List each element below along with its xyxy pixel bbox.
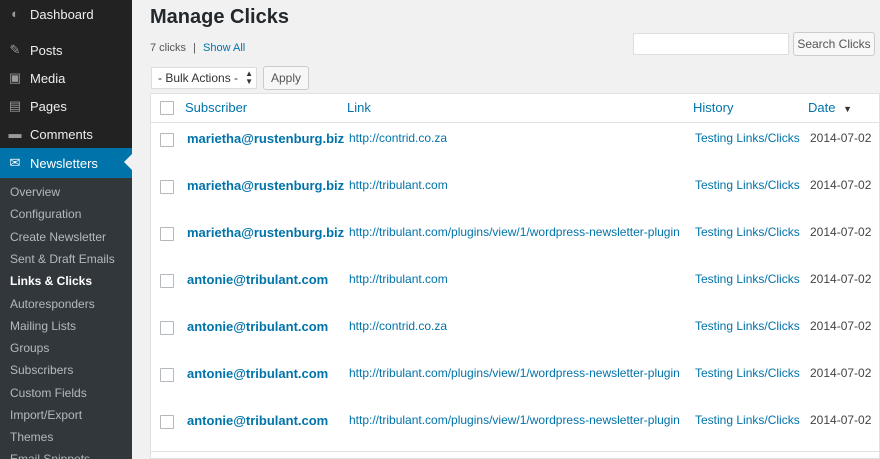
- submenu-item-themes[interactable]: Themes: [10, 426, 53, 448]
- row-checkbox[interactable]: [160, 227, 174, 241]
- click-date: 2014-07-02: [810, 366, 872, 380]
- show-all-link[interactable]: Show All: [203, 42, 245, 54]
- table-row: marietha@rustenburg.biz http://tribulant…: [151, 171, 880, 218]
- table-row: antonie@tribulant.com http://tribulant.c…: [151, 265, 880, 312]
- submenu-item-links-clicks[interactable]: Links & Clicks: [10, 270, 92, 292]
- submenu-item-mailing-lists[interactable]: Mailing Lists: [10, 315, 76, 337]
- bulk-actions-select[interactable]: - Bulk Actions - ▲ ▼: [151, 67, 257, 89]
- click-date: 2014-07-02: [810, 413, 872, 427]
- pin-icon: ✎: [9, 42, 21, 57]
- click-date: 2014-07-02: [810, 178, 872, 192]
- submenu-item-groups[interactable]: Groups: [10, 337, 49, 359]
- subscriber-link[interactable]: antonie@tribulant.com: [187, 413, 328, 428]
- click-date: 2014-07-02: [810, 272, 872, 286]
- row-checkbox[interactable]: [160, 180, 174, 194]
- row-checkbox[interactable]: [160, 321, 174, 335]
- column-date-label: Date: [808, 100, 836, 115]
- history-link[interactable]: Testing Links/Clicks: [695, 272, 800, 286]
- submenu-item-email-snippets[interactable]: Email Snippets: [10, 448, 90, 459]
- submenu-item-configuration[interactable]: Configuration: [10, 203, 81, 225]
- menu-item-label: Pages: [30, 98, 67, 114]
- select-all-checkbox[interactable]: [160, 101, 174, 115]
- submenu-item-create-newsletter[interactable]: Create Newsletter: [10, 226, 106, 248]
- column-history[interactable]: History: [693, 100, 733, 115]
- search-input[interactable]: [633, 33, 789, 55]
- select-arrows-icon: ▲ ▼: [245, 69, 253, 86]
- table-header: Subscriber Link History Date ▼: [151, 94, 880, 123]
- submenu-item-import-export[interactable]: Import/Export: [10, 404, 82, 426]
- click-url-link[interactable]: http://contrid.co.za: [349, 131, 447, 145]
- click-count-bar: 7 clicks | Show All: [150, 42, 245, 54]
- submenu-item-overview[interactable]: Overview: [10, 181, 60, 203]
- menu-item-dashboard[interactable]: ◐ Dashboard: [0, 0, 132, 28]
- click-date: 2014-07-02: [810, 319, 872, 333]
- table-row: antonie@tribulant.com http://tribulant.c…: [151, 406, 880, 453]
- history-link[interactable]: Testing Links/Clicks: [695, 225, 800, 239]
- bulk-actions-value: - Bulk Actions -: [158, 71, 239, 85]
- history-link[interactable]: Testing Links/Clicks: [695, 319, 800, 333]
- search-clicks-button[interactable]: Search Clicks: [793, 32, 875, 56]
- history-link[interactable]: Testing Links/Clicks: [695, 178, 800, 192]
- envelope-icon: ✉: [9, 155, 21, 170]
- row-checkbox[interactable]: [160, 415, 174, 429]
- click-url-link[interactable]: http://tribulant.com: [349, 178, 448, 192]
- subscriber-link[interactable]: marietha@rustenburg.biz: [187, 178, 344, 193]
- media-icon: ▣: [8, 70, 22, 85]
- menu-item-newsletters[interactable]: ✉ Newsletters: [0, 148, 132, 178]
- submenu-item-custom-fields[interactable]: Custom Fields: [10, 382, 87, 404]
- click-url-link[interactable]: http://tribulant.com/plugins/view/1/word…: [349, 366, 680, 380]
- page-title: Manage Clicks: [150, 6, 289, 28]
- menu-item-media[interactable]: ▣ Media: [0, 64, 132, 92]
- table-row: marietha@rustenburg.biz http://tribulant…: [151, 218, 880, 265]
- submenu-item-autoresponders[interactable]: Autoresponders: [10, 293, 95, 315]
- menu-item-label: Posts: [30, 42, 63, 58]
- subscriber-link[interactable]: marietha@rustenburg.biz: [187, 131, 344, 146]
- table-row: marietha@rustenburg.biz http://contrid.c…: [151, 124, 880, 171]
- column-link[interactable]: Link: [347, 100, 371, 115]
- subscriber-link[interactable]: antonie@tribulant.com: [187, 272, 328, 287]
- history-link[interactable]: Testing Links/Clicks: [695, 413, 800, 427]
- column-subscriber[interactable]: Subscriber: [185, 100, 247, 115]
- menu-item-label: Dashboard: [30, 6, 94, 22]
- click-url-link[interactable]: http://tribulant.com: [349, 272, 448, 286]
- click-url-link[interactable]: http://tribulant.com/plugins/view/1/word…: [349, 413, 680, 427]
- pages-icon: ▤: [8, 98, 22, 113]
- sort-desc-icon: ▼: [843, 104, 853, 114]
- history-link[interactable]: Testing Links/Clicks: [695, 131, 800, 145]
- subscriber-link[interactable]: marietha@rustenburg.biz: [187, 225, 344, 240]
- comments-icon: ▬: [8, 126, 22, 141]
- menu-item-label: Comments: [30, 126, 93, 142]
- apply-button[interactable]: Apply: [263, 66, 309, 90]
- click-date: 2014-07-02: [810, 225, 872, 239]
- menu-item-label: Newsletters: [30, 155, 98, 171]
- click-count: 7 clicks: [150, 42, 187, 54]
- menu-item-label: Media: [30, 70, 66, 86]
- menu-item-comments[interactable]: ▬ Comments: [0, 120, 132, 148]
- admin-sidebar: ◐ Dashboard ✎ Posts ▣ Media ▤ Pages ▬ Co…: [0, 0, 132, 459]
- submenu-item-sent-draft-emails[interactable]: Sent & Draft Emails: [10, 248, 115, 270]
- subscriber-link[interactable]: antonie@tribulant.com: [187, 319, 328, 334]
- column-date[interactable]: Date ▼: [808, 100, 852, 115]
- click-url-link[interactable]: http://tribulant.com/plugins/view/1/word…: [349, 225, 680, 239]
- menu-item-posts[interactable]: ✎ Posts: [0, 36, 132, 64]
- table-row: antonie@tribulant.com http://tribulant.c…: [151, 359, 880, 406]
- click-url-link[interactable]: http://contrid.co.za: [349, 319, 447, 333]
- table-row: antonie@tribulant.com http://contrid.co.…: [151, 312, 880, 359]
- subscriber-link[interactable]: antonie@tribulant.com: [187, 366, 328, 381]
- row-checkbox[interactable]: [160, 133, 174, 147]
- table-footer-divider: [151, 451, 880, 452]
- submenu-item-subscribers[interactable]: Subscribers: [10, 359, 73, 381]
- menu-item-pages[interactable]: ▤ Pages: [0, 92, 132, 120]
- dashboard-icon: ◐: [11, 6, 19, 21]
- click-date: 2014-07-02: [810, 131, 872, 145]
- clicks-table: Subscriber Link History Date ▼ marietha@…: [150, 93, 880, 459]
- separator: |: [193, 42, 196, 54]
- row-checkbox[interactable]: [160, 274, 174, 288]
- newsletters-submenu: Overview Configuration Create Newsletter…: [0, 178, 132, 459]
- row-checkbox[interactable]: [160, 368, 174, 382]
- history-link[interactable]: Testing Links/Clicks: [695, 366, 800, 380]
